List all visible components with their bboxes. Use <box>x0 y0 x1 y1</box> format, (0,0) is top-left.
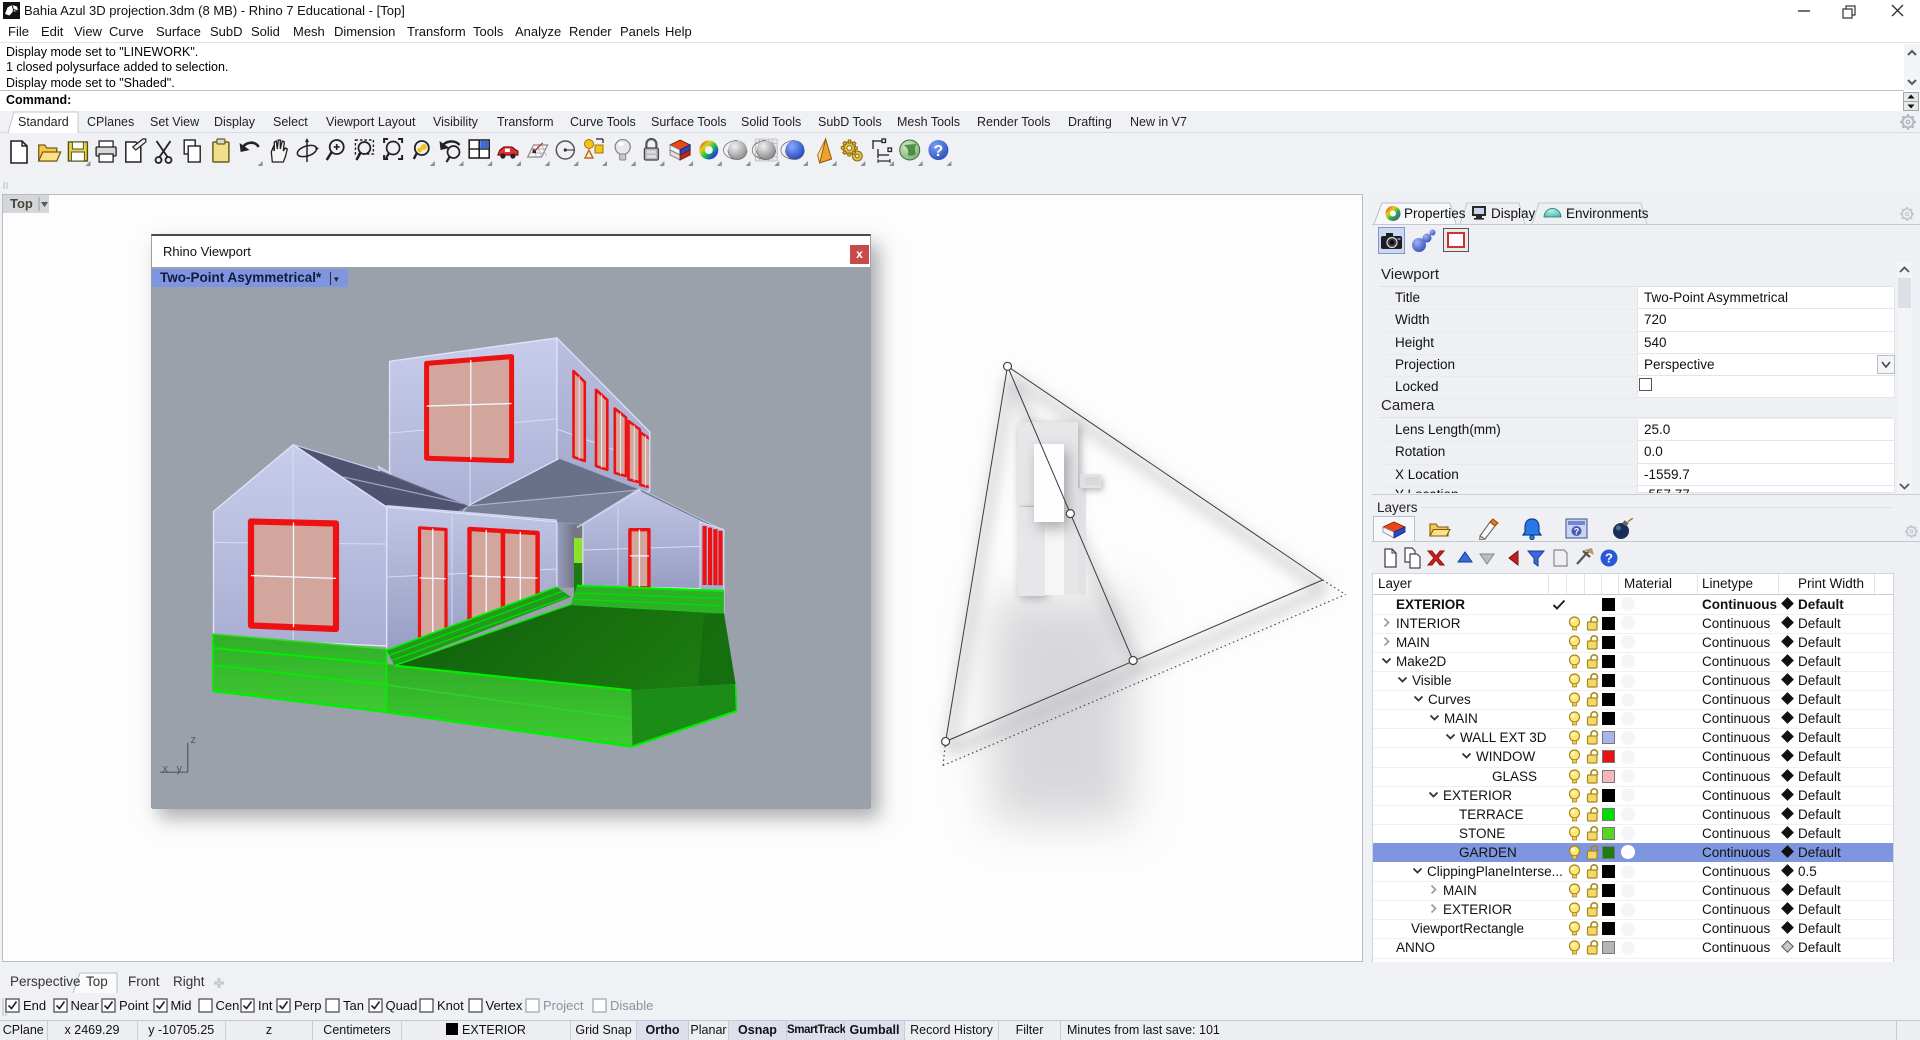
svg-text:z: z <box>191 734 197 746</box>
svg-text:?: ? <box>1574 527 1580 537</box>
svg-text:?: ? <box>934 143 944 160</box>
svg-text:x: x <box>163 763 169 775</box>
svg-text:?: ? <box>1605 551 1613 566</box>
svg-text:y: y <box>177 763 183 775</box>
